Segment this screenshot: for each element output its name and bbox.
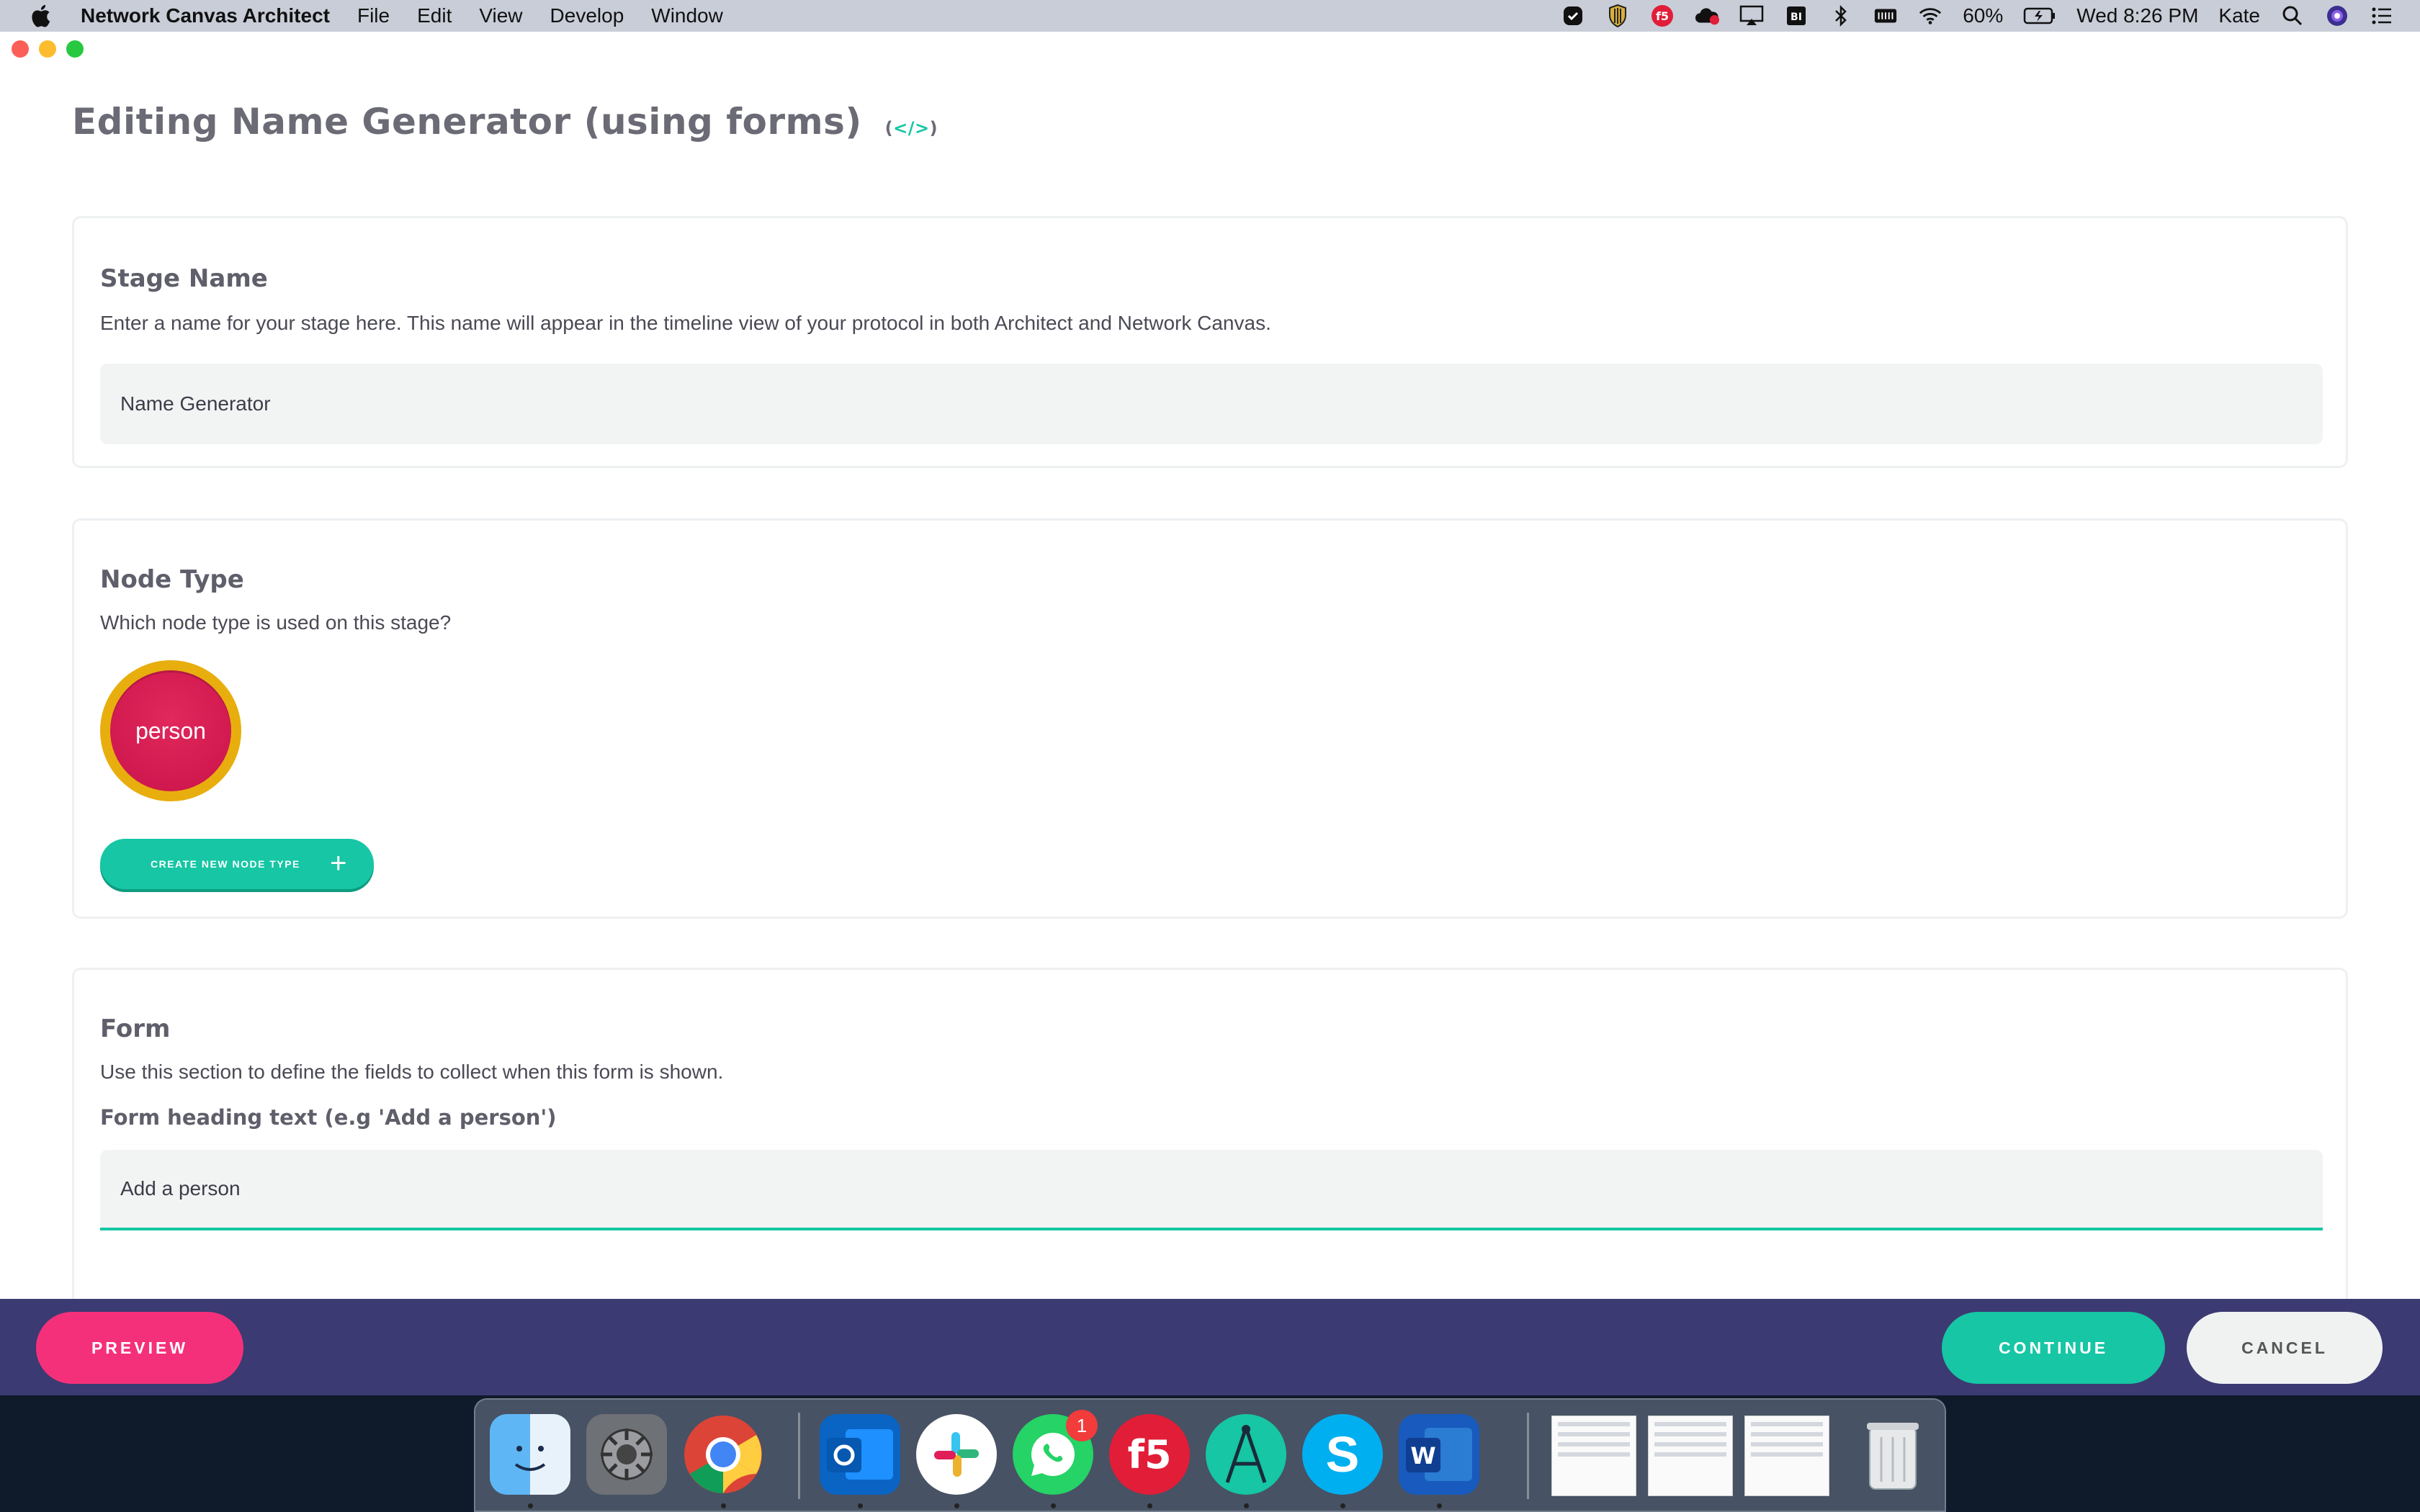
slack-icon[interactable] <box>916 1414 997 1495</box>
finder-running-dot <box>528 1503 533 1508</box>
architect-app-icon[interactable] <box>1206 1414 1286 1495</box>
svg-text:f5: f5 <box>1656 9 1669 23</box>
continue-button[interactable]: CONTINUE <box>1942 1312 2165 1384</box>
minimized-window-outlook-1[interactable] <box>1648 1416 1733 1496</box>
f5-app-glyph: f5 <box>1127 1431 1172 1477</box>
form-heading-input[interactable]: Add a person <box>100 1150 2323 1230</box>
chrome-icon[interactable] <box>683 1414 763 1495</box>
app-window: Editing Name Generator (using forms) (</… <box>0 32 2420 1395</box>
minimized-window-chrome[interactable] <box>1551 1416 1636 1496</box>
form-description: Use this section to define the fields to… <box>100 1061 724 1083</box>
minimized-window-outlook-2[interactable] <box>1744 1416 1829 1496</box>
outlook-icon[interactable] <box>820 1414 900 1495</box>
skype-glyph: S <box>1325 1426 1360 1482</box>
page-title: Editing Name Generator (using forms) (</… <box>72 101 938 143</box>
node-type-description: Which node type is used on this stage? <box>100 611 452 634</box>
stage-name-description: Enter a name for your stage here. This n… <box>100 312 1271 334</box>
macos-menubar: Network Canvas Architect File Edit View … <box>0 0 2420 32</box>
creative-cloud-icon[interactable] <box>1695 5 1720 27</box>
vpn-check-icon[interactable] <box>1561 5 1585 27</box>
whatsapp-icon[interactable]: 1 <box>1013 1410 1098 1495</box>
node-type-person-option[interactable]: person <box>100 660 241 801</box>
slack-running-dot <box>954 1503 959 1508</box>
code-view-toggle[interactable]: (</>) <box>885 118 938 138</box>
action-bar: PREVIEW CONTINUE CANCEL <box>0 1299 2420 1395</box>
skype-icon[interactable]: S <box>1302 1414 1383 1495</box>
svg-text:W: W <box>1410 1442 1435 1470</box>
cancel-button[interactable]: CANCEL <box>2187 1312 2383 1384</box>
menu-edit[interactable]: Edit <box>417 4 452 27</box>
apple-menu-icon[interactable] <box>26 4 55 28</box>
battery-percent: 60% <box>1963 4 2004 27</box>
shield-icon[interactable] <box>1605 4 1630 27</box>
f5-running-dot <box>1147 1503 1152 1508</box>
app-menu-name[interactable]: Network Canvas Architect <box>81 4 330 27</box>
f5-icon[interactable]: f5 <box>1650 5 1675 27</box>
create-node-type-button[interactable]: CREATE NEW NODE TYPE + <box>100 839 374 889</box>
menu-view[interactable]: View <box>479 4 522 27</box>
menu-file[interactable]: File <box>357 4 390 27</box>
word-running-dot <box>1437 1503 1442 1508</box>
preview-button[interactable]: PREVIEW <box>36 1312 243 1384</box>
node-type-section: Node Type Which node type is used on thi… <box>72 518 2348 919</box>
stage-name-input[interactable]: Name Generator <box>100 364 2323 444</box>
outlook-running-dot <box>858 1503 863 1508</box>
status-area: f5 BI 60% Wed 8:26 PM Kate <box>1561 4 2394 27</box>
close-window-button[interactable] <box>12 40 29 58</box>
airplay-icon[interactable] <box>1739 5 1764 27</box>
window-controls <box>12 40 84 58</box>
dock-separator <box>798 1413 800 1499</box>
system-preferences-icon[interactable] <box>586 1414 667 1495</box>
stage-name-heading: Stage Name <box>100 264 268 293</box>
form-heading: Form <box>100 1014 171 1043</box>
finder-icon[interactable] <box>490 1414 570 1495</box>
chrome-running-dot <box>721 1503 726 1508</box>
dock-separator-2 <box>1527 1413 1529 1499</box>
control-center-icon[interactable] <box>2370 5 2394 27</box>
minimize-window-button[interactable] <box>39 40 56 58</box>
create-node-type-label: CREATE NEW NODE TYPE <box>151 858 300 870</box>
bi-icon[interactable]: BI <box>1784 5 1809 27</box>
skype-running-dot <box>1340 1503 1345 1508</box>
code-icon: </> <box>893 118 930 138</box>
page-title-text: Editing Name Generator (using forms) <box>72 101 862 143</box>
whatsapp-running-dot <box>1051 1503 1056 1508</box>
wifi-icon[interactable] <box>1918 5 1942 27</box>
battery-icon[interactable] <box>2023 5 2056 27</box>
stage-name-section: Stage Name Enter a name for your stage h… <box>72 216 2348 468</box>
zoom-window-button[interactable] <box>66 40 84 58</box>
form-heading-field-label: Form heading text (e.g 'Add a person') <box>100 1105 557 1130</box>
node-type-heading: Node Type <box>100 565 244 594</box>
search-icon[interactable] <box>2280 5 2305 27</box>
f5-app-icon[interactable]: f5 <box>1109 1414 1190 1495</box>
svg-text:BI: BI <box>1791 12 1802 23</box>
bluetooth-icon[interactable] <box>1829 5 1853 27</box>
menubar-clock[interactable]: Wed 8:26 PM <box>2076 4 2198 27</box>
siri-icon[interactable] <box>2325 5 2349 27</box>
architect-running-dot <box>1244 1503 1249 1508</box>
keyboard-icon[interactable] <box>1873 5 1898 27</box>
macos-dock: 1 f5 S W <box>474 1398 1946 1512</box>
word-icon[interactable]: W <box>1399 1414 1479 1495</box>
menu-window[interactable]: Window <box>651 4 723 27</box>
trash-icon[interactable] <box>1852 1414 1933 1495</box>
node-type-person-label: person <box>110 670 231 791</box>
menu-develop[interactable]: Develop <box>550 4 624 27</box>
whatsapp-badge: 1 <box>1066 1410 1098 1441</box>
plus-icon: + <box>330 847 348 879</box>
menubar-user[interactable]: Kate <box>2218 4 2260 27</box>
